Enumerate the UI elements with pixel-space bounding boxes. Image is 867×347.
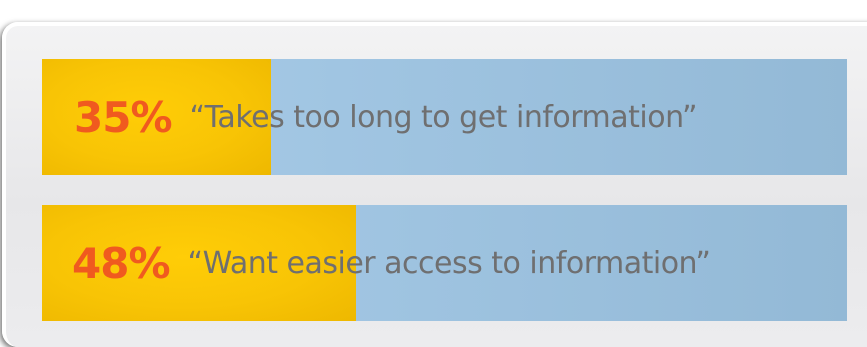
bar-value-label-2: 48% bbox=[72, 238, 171, 288]
bar-category-label-1: “Takes too long to get information” bbox=[189, 99, 698, 135]
cropped-title-fragment bbox=[170, 0, 690, 6]
bar-label-group-2: 48% “Want easier access to information” bbox=[42, 205, 847, 321]
bar-value-label-1: 35% bbox=[74, 92, 173, 142]
bar-row-1: 35% “Takes too long to get information” bbox=[42, 59, 847, 175]
bar-row-2: 48% “Want easier access to information” bbox=[42, 205, 847, 321]
bar-label-group-1: 35% “Takes too long to get information” bbox=[42, 59, 847, 175]
bar-category-label-2: “Want easier access to information” bbox=[187, 245, 711, 281]
